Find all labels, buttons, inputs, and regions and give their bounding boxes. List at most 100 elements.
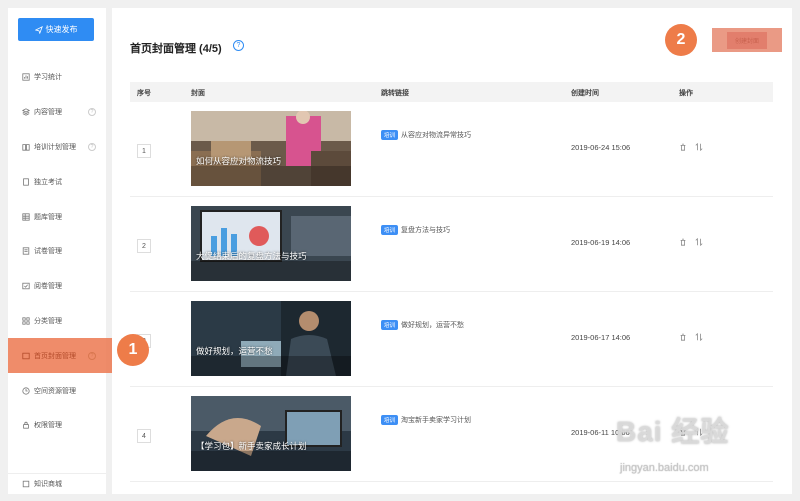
sort-icon[interactable] bbox=[695, 238, 703, 246]
created-time: 2019-06-11 10:06 bbox=[571, 428, 630, 437]
book-icon bbox=[22, 143, 30, 151]
document-icon bbox=[22, 178, 30, 186]
annotation-badge-2: 2 bbox=[665, 24, 697, 56]
cover-caption: 【学习包】新手卖家成长计划 bbox=[196, 441, 307, 451]
row-actions bbox=[679, 143, 703, 151]
column-header-created: 创建时间 bbox=[571, 90, 599, 97]
cover-photo-warehouse bbox=[191, 111, 351, 186]
table-row: 4 【学习包】新手卖家成长计划 培训 淘宝新手卖家学习计划 2019-06-11… bbox=[130, 387, 773, 482]
jump-link[interactable]: 培训 从容应对物流异常技巧 bbox=[381, 130, 471, 140]
column-header-cover: 封面 bbox=[191, 90, 205, 97]
grid-list-icon bbox=[22, 212, 30, 221]
sidebar: 快速发布 学习统计 内容管理 ? 培训计划管理 ? 独立考试 题库管理 试卷管理 bbox=[8, 8, 134, 494]
sidebar-item-label: 学习统计 bbox=[34, 74, 62, 82]
jump-link[interactable]: 培训 复盘方法与技巧 bbox=[381, 225, 450, 235]
chart-icon bbox=[22, 73, 30, 81]
info-icon[interactable]: ? bbox=[88, 108, 96, 117]
cover-image[interactable]: 如何从容应对物流技巧 bbox=[191, 111, 351, 186]
row-actions bbox=[679, 238, 703, 246]
annotation-badge-1: 1 bbox=[117, 334, 149, 366]
cover-photo-monitor bbox=[191, 206, 351, 281]
shop-icon bbox=[22, 480, 30, 488]
sidebar-item-category[interactable]: 分类管理 bbox=[8, 304, 106, 339]
delete-icon[interactable] bbox=[679, 143, 687, 151]
review-icon bbox=[22, 282, 30, 290]
create-cover-label: 创建封面 bbox=[726, 31, 767, 49]
cover-photo-laptop bbox=[191, 396, 351, 471]
sidebar-item-question-bank[interactable]: 题库管理 bbox=[8, 199, 106, 234]
link-tag: 培训 bbox=[381, 320, 399, 330]
sidebar-item-knowledge-mall[interactable]: 知识商城 bbox=[8, 473, 106, 494]
send-icon bbox=[34, 25, 43, 34]
column-header-link: 跳转链接 bbox=[381, 90, 409, 97]
delete-icon[interactable] bbox=[679, 428, 687, 436]
cover-image[interactable]: 【学习包】新手卖家成长计划 bbox=[191, 396, 351, 471]
info-icon[interactable]: ? bbox=[88, 142, 96, 151]
delete-icon[interactable] bbox=[679, 333, 687, 341]
row-actions bbox=[679, 333, 703, 341]
sidebar-item-label: 题库管理 bbox=[34, 213, 62, 221]
cover-caption: 如何从容应对物流技巧 bbox=[196, 156, 282, 166]
paper-icon bbox=[22, 247, 30, 255]
table-row: 2 大促结束后的复盘方法与技巧 培训 复盘方法与技巧 2019-06-19 14… bbox=[130, 197, 773, 292]
cover-icon bbox=[22, 352, 30, 360]
sidebar-item-label: 阅卷管理 bbox=[34, 283, 62, 291]
quick-publish-button[interactable]: 快速发布 bbox=[18, 18, 94, 41]
cover-caption: 大促结束后的复盘方法与技巧 bbox=[196, 251, 307, 261]
cover-image[interactable]: 大促结束后的复盘方法与技巧 bbox=[191, 206, 351, 281]
sidebar-item-label: 独立考试 bbox=[34, 178, 62, 186]
table-header: 序号 封面 跳转链接 创建时间 操作 bbox=[130, 82, 773, 102]
table-row: 3 做好规划，运营不愁 培训 做好规划，运营不愁 2019-06-17 14:0… bbox=[130, 292, 773, 387]
sidebar-item-independent-exam[interactable]: 独立考试 bbox=[8, 164, 106, 199]
sidebar-item-grading[interactable]: 阅卷管理 bbox=[8, 269, 106, 304]
link-tag: 培训 bbox=[381, 415, 399, 425]
quick-publish-label: 快速发布 bbox=[45, 25, 78, 34]
row-index: 1 bbox=[137, 144, 151, 158]
sidebar-item-label: 培训计划管理 bbox=[34, 143, 76, 151]
create-cover-button[interactable]: 创建封面 bbox=[712, 28, 782, 52]
sidebar-footer-label: 知识商城 bbox=[34, 481, 62, 488]
sidebar-item-learning-stats[interactable]: 学习统计 bbox=[8, 60, 106, 95]
sort-icon[interactable] bbox=[695, 428, 703, 436]
sidebar-item-papers[interactable]: 试卷管理 bbox=[8, 234, 106, 269]
jump-link[interactable]: 培训 做好规划，运营不愁 bbox=[381, 320, 464, 330]
link-text: 做好规划，运营不愁 bbox=[401, 322, 465, 329]
sidebar-item-training-plan[interactable]: 培训计划管理 ? bbox=[8, 130, 106, 165]
link-tag: 培训 bbox=[381, 130, 399, 140]
sidebar-item-label: 分类管理 bbox=[34, 317, 62, 325]
page-title: 首页封面管理 (4/5) bbox=[130, 43, 222, 55]
help-icon[interactable]: ? bbox=[233, 40, 244, 51]
sidebar-item-label: 试卷管理 bbox=[34, 248, 62, 256]
delete-icon[interactable] bbox=[679, 238, 687, 246]
category-icon bbox=[22, 317, 30, 325]
created-time: 2019-06-24 15:06 bbox=[571, 143, 631, 152]
sidebar-item-label: 权限管理 bbox=[34, 422, 62, 430]
sidebar-item-label: 首页封面管理 bbox=[34, 352, 76, 360]
sidebar-item-content[interactable]: 内容管理 ? bbox=[8, 95, 106, 130]
cover-image[interactable]: 做好规划，运营不愁 bbox=[191, 301, 351, 376]
sort-icon[interactable] bbox=[695, 333, 703, 341]
sidebar-item-label: 内容管理 bbox=[34, 109, 62, 117]
row-index: 2 bbox=[137, 239, 151, 253]
link-text: 从容应对物流异常技巧 bbox=[401, 132, 472, 139]
row-actions bbox=[679, 428, 703, 436]
sidebar-item-label: 空间资源管理 bbox=[34, 387, 76, 395]
table-row: 1 如何从容应对物流技巧 培训 从容应对物流异常技巧 2019-06-24 15… bbox=[130, 102, 773, 197]
jump-link[interactable]: 培训 淘宝新手卖家学习计划 bbox=[381, 415, 471, 425]
cover-caption: 做好规划，运营不愁 bbox=[196, 346, 273, 356]
clock-icon bbox=[22, 386, 30, 395]
sidebar-item-permissions[interactable]: 权限管理 bbox=[8, 408, 106, 443]
main-panel: 首页封面管理 (4/5) ? 创建封面 序号 封面 跳转链接 创建时间 操作 1… bbox=[112, 8, 792, 494]
link-text: 复盘方法与技巧 bbox=[401, 227, 451, 234]
link-text: 淘宝新手卖家学习计划 bbox=[401, 417, 472, 424]
sidebar-item-space-resources[interactable]: 空间资源管理 bbox=[8, 373, 106, 408]
created-time: 2019-06-19 14:06 bbox=[571, 238, 631, 247]
sidebar-nav: 学习统计 内容管理 ? 培训计划管理 ? 独立考试 题库管理 试卷管理 阅卷管理 bbox=[8, 60, 134, 443]
info-icon[interactable]: ? bbox=[88, 351, 96, 360]
cover-photo-worker bbox=[191, 301, 351, 376]
created-time: 2019-06-17 14:06 bbox=[571, 333, 631, 342]
column-header-index: 序号 bbox=[137, 90, 151, 97]
sort-icon[interactable] bbox=[695, 143, 703, 151]
link-tag: 培训 bbox=[381, 225, 399, 235]
lock-icon bbox=[22, 421, 30, 429]
